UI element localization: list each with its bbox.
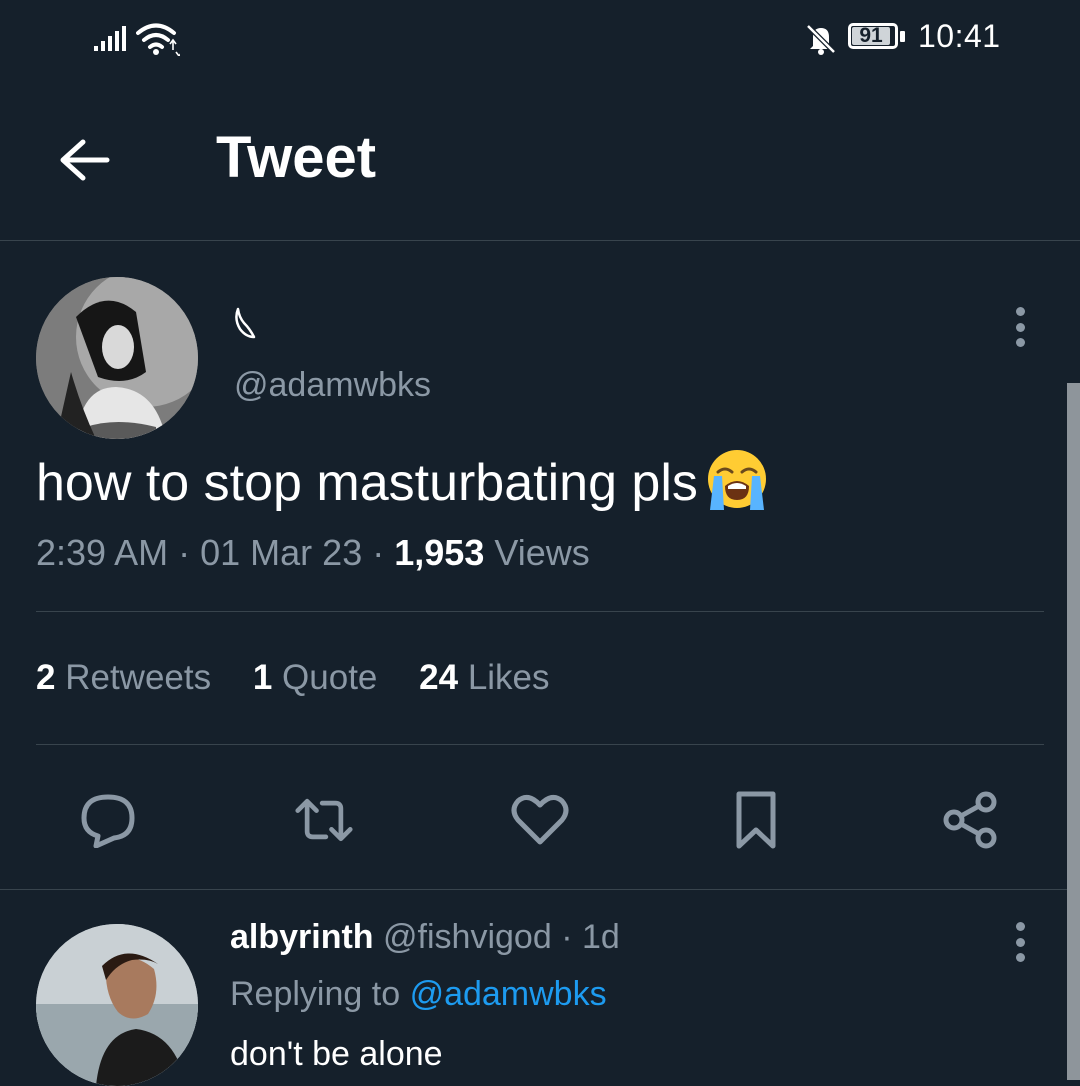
reply-icon [81,794,135,848]
header-divider [0,240,1080,241]
bookmark-button[interactable] [726,790,786,850]
retweets-label: Retweets [65,658,212,697]
likes-stat[interactable]: 24 Likes [419,658,549,698]
loudly-crying-face-emoji [707,450,766,510]
reply-avatar[interactable] [36,924,198,1086]
reply-header: albyrinth @fishvigod · 1d [230,918,620,957]
likes-label: Likes [467,658,550,697]
more-dot [1015,307,1025,316]
quotes-stat[interactable]: 1 Quote [253,658,378,698]
share-icon [943,791,997,849]
page-title: Tweet [216,125,377,190]
meta-divider [36,611,1044,612]
more-dot [1015,338,1025,347]
quotes-label: Quote [282,658,378,697]
reply-age: 1d [581,918,620,956]
tweet-meta: 2:39 AM · 01 Mar 23 · 1,953 Views [36,532,590,574]
scrollbar[interactable] [1067,383,1080,1080]
more-dot [1015,922,1025,931]
reply-more-options-button[interactable] [1002,920,1038,964]
stats-divider [36,744,1044,745]
wifi-icon [136,23,180,56]
reply-separator: · [561,918,573,956]
reply-author-name[interactable]: albyrinth [230,918,374,956]
like-button[interactable] [510,790,570,850]
status-clock: 10:41 [918,18,1001,54]
replying-prefix: Replying to [230,975,401,1013]
views-count: 1,953 [394,532,485,573]
likes-count: 24 [419,658,459,697]
battery-icon: 91 [848,22,910,54]
retweets-stat[interactable]: 2 Retweets [36,658,211,698]
battery-level: 91 [859,24,883,47]
back-button[interactable] [52,130,116,190]
tweet-body: how to stop masturbating pls [36,454,698,512]
retweet-icon [295,798,353,842]
replying-to: Replying to @adamwbks [230,975,607,1014]
views-label: Views [494,532,590,573]
signal-icon [94,26,126,51]
author-handle[interactable]: @adamwbks [234,366,431,405]
status-bar: 91 10:41 [0,0,1080,80]
actions-divider [0,889,1080,890]
more-options-button[interactable] [1002,305,1038,349]
quotes-count: 1 [252,658,273,697]
meta-separator: · [178,532,191,573]
like-icon [511,794,569,845]
reply-author-handle[interactable]: @fishvigod [383,918,552,956]
reply-button[interactable] [78,790,138,850]
more-dot [1015,322,1025,332]
more-dot [1015,953,1025,962]
meta-separator: · [372,532,385,573]
tweet-text: how to stop masturbating pls [36,448,768,513]
notifications-off-icon [806,24,836,55]
tweet-stats: 2 Retweets 1 Quote 24 Likes [36,658,582,698]
retweets-count: 2 [36,658,56,697]
tweet-time[interactable]: 2:39 AM [36,532,168,573]
bookmark-icon [736,791,776,849]
reply-text: don't be alone [230,1035,443,1073]
share-button[interactable] [940,790,1000,850]
tweet-date[interactable]: 01 Mar 23 [200,532,362,573]
retweet-button[interactable] [294,790,354,850]
arrow-left-icon [60,139,110,181]
avatar[interactable] [36,277,198,439]
more-dot [1015,937,1025,947]
replying-mention-link[interactable]: @adamwbks [410,975,607,1013]
display-name-glyph-icon [235,307,256,339]
